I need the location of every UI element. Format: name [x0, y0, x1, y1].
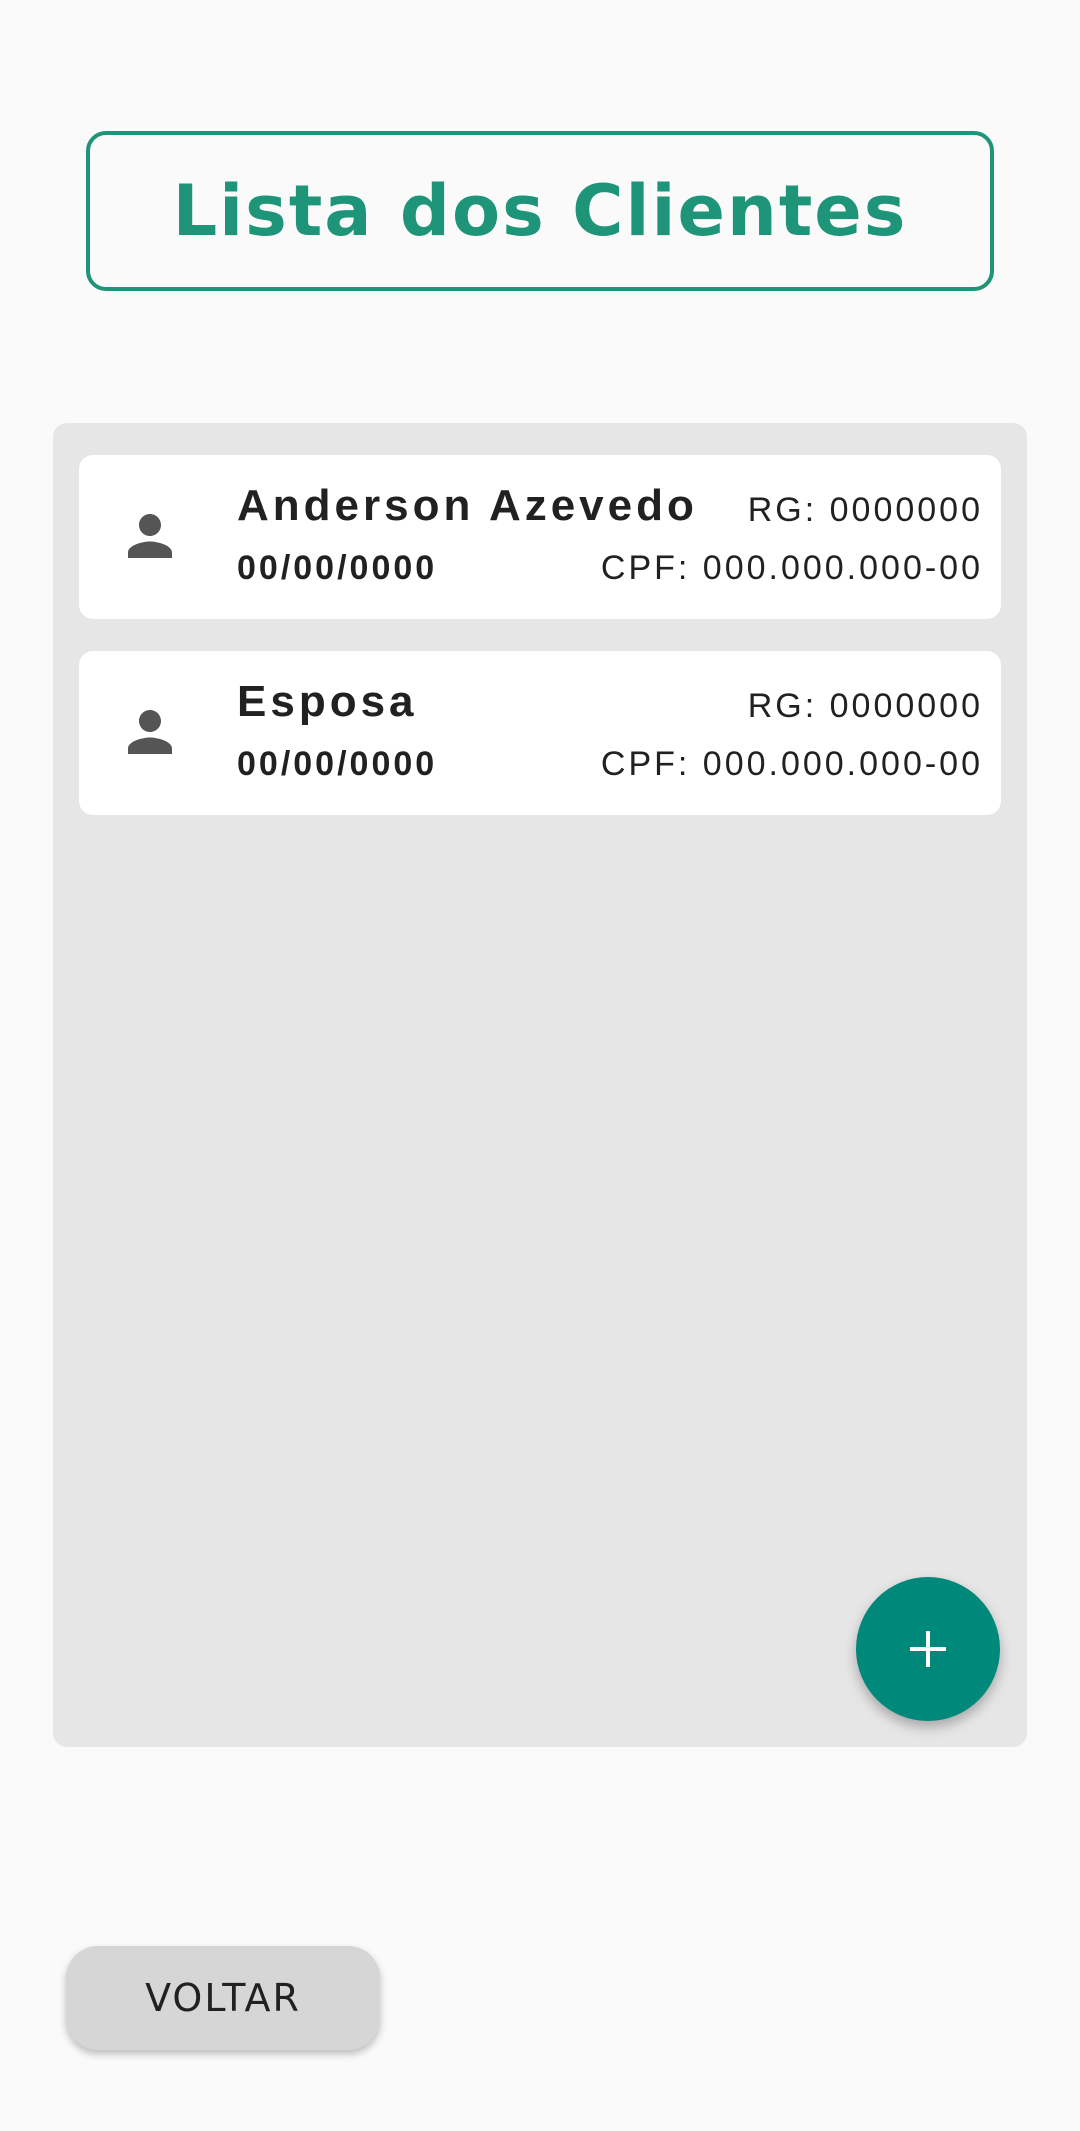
plus-icon — [908, 1629, 948, 1669]
client-date: 00/00/0000 — [237, 745, 438, 783]
client-list[interactable]: Anderson Azevedo 00/00/0000 RG: 0000000 … — [53, 423, 1027, 1747]
page-title: Lista dos Clientes — [172, 170, 908, 252]
add-client-button[interactable] — [856, 1577, 1000, 1721]
page-title-box: Lista dos Clientes — [86, 131, 994, 291]
client-card[interactable]: Anderson Azevedo 00/00/0000 RG: 0000000 … — [79, 455, 1001, 619]
client-card[interactable]: Esposa 00/00/0000 RG: 0000000 CPF: 000.0… — [79, 651, 1001, 815]
client-rg: RG: 0000000 — [747, 687, 983, 725]
client-cpf: CPF: 000.000.000-00 — [600, 745, 983, 783]
client-cpf: CPF: 000.000.000-00 — [600, 549, 983, 587]
client-name: Esposa — [237, 677, 418, 726]
client-date: 00/00/0000 — [237, 549, 438, 587]
client-name: Anderson Azevedo — [237, 481, 698, 530]
back-button[interactable]: VOLTAR — [66, 1946, 380, 2050]
client-rg: RG: 0000000 — [747, 491, 983, 529]
person-icon — [117, 503, 183, 569]
person-icon — [117, 699, 183, 765]
